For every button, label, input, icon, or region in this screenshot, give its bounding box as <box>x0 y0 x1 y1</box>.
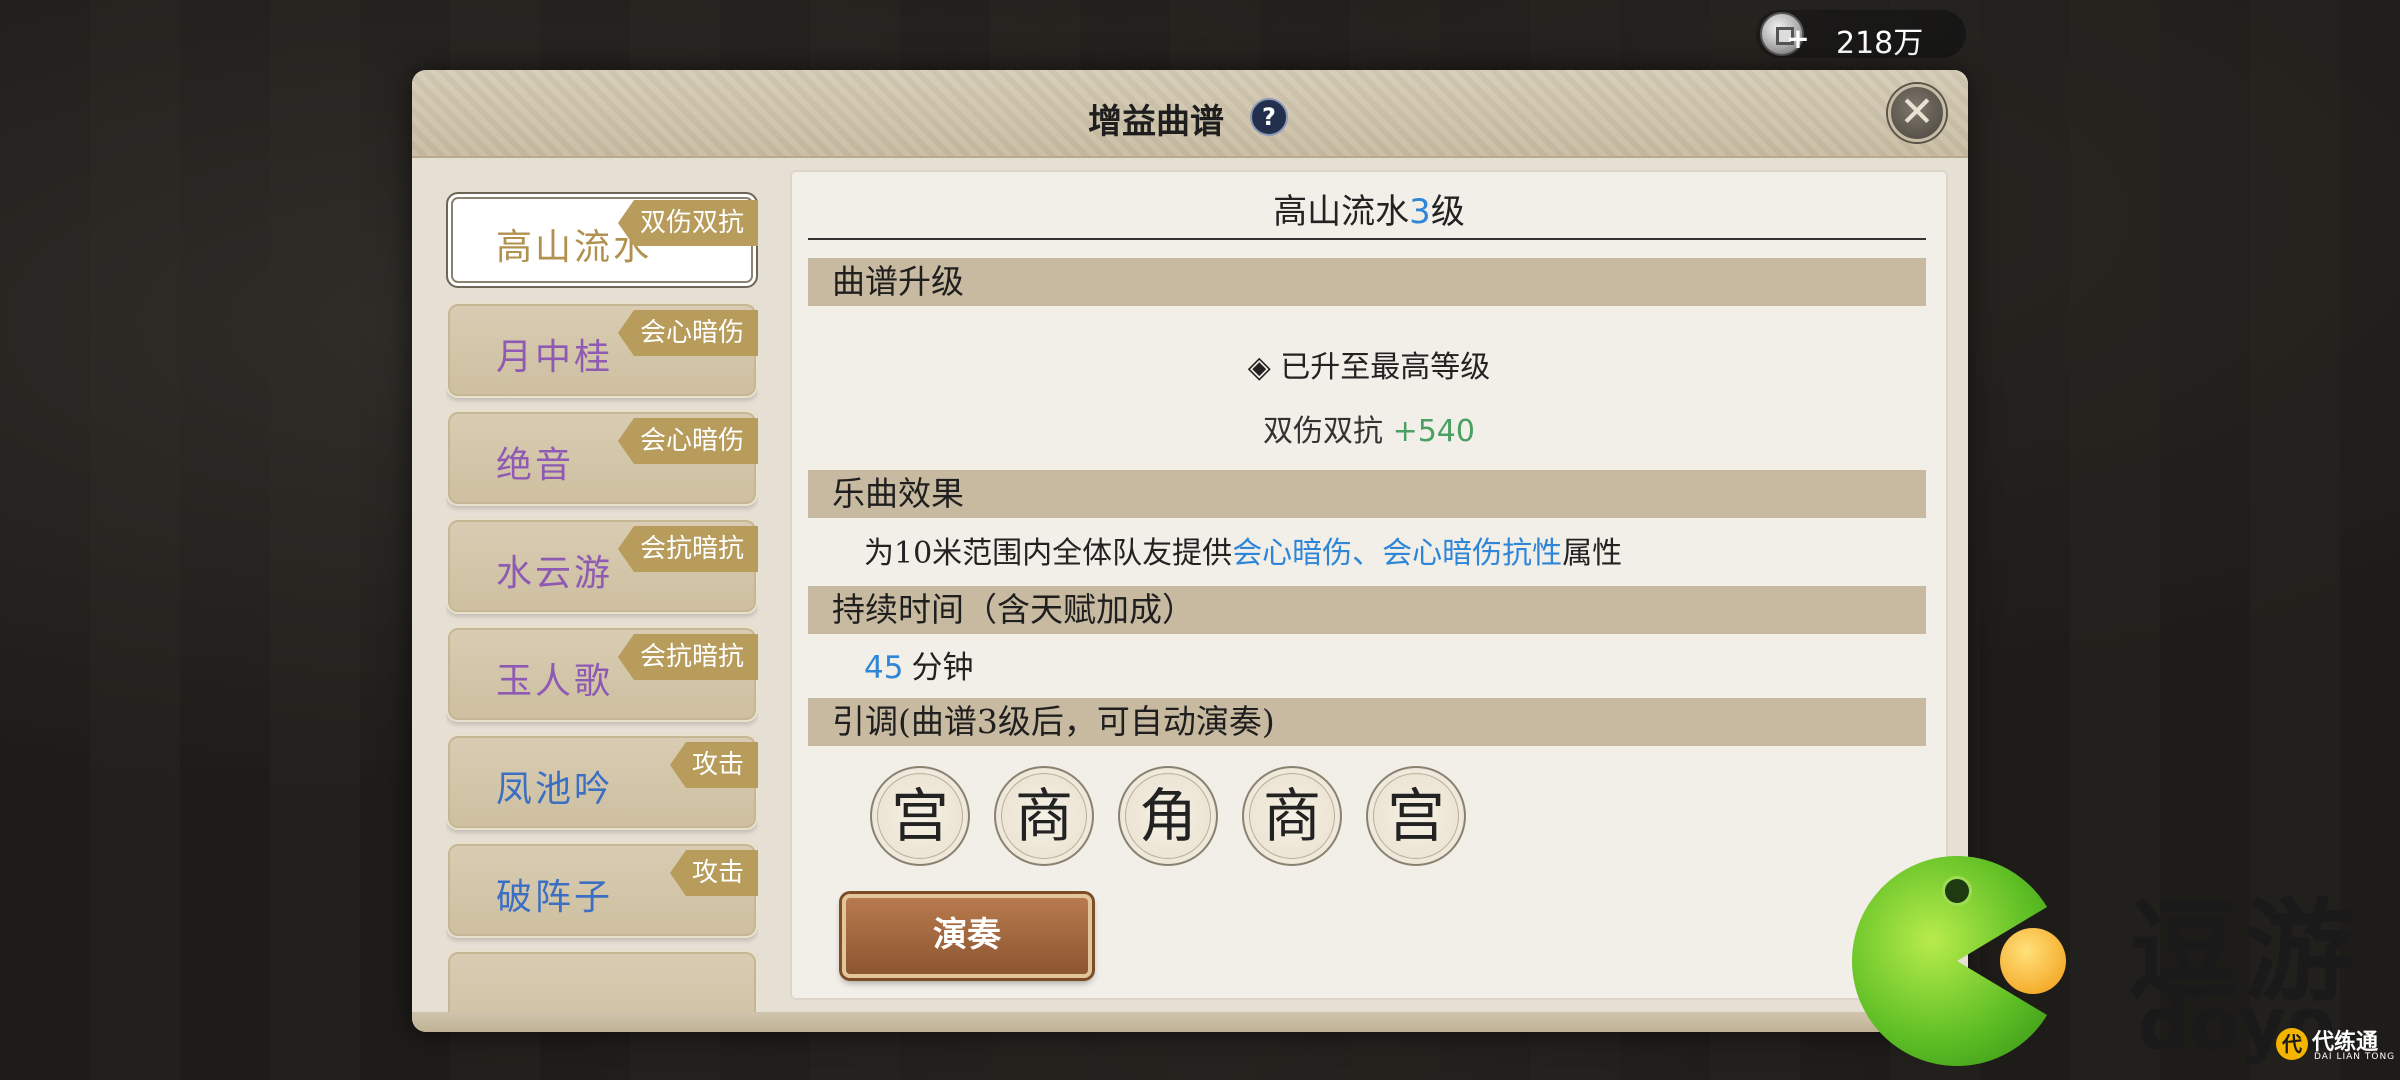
song-tag: 攻击 <box>669 742 758 788</box>
currency-amount: 218万 <box>1836 26 1924 61</box>
song-tag: 会心暗伤 <box>617 310 758 356</box>
song-name: 破阵子 <box>496 877 614 918</box>
note-gong: 宫 <box>870 766 970 866</box>
currency-display[interactable]: + 218万 <box>1756 10 1966 61</box>
song-name: 月中桂 <box>496 337 614 378</box>
note-shang: 商 <box>1242 766 1342 866</box>
add-currency-icon[interactable]: + <box>1786 25 1810 53</box>
bonus-label: 双伤双抗 <box>1263 414 1393 449</box>
song-item-6[interactable]: 破阵子 攻击 <box>446 842 758 938</box>
song-tag: 会心暗伤 <box>617 418 758 464</box>
title-divider <box>808 238 1926 240</box>
upgrade-section-header: 曲谱升级 <box>808 258 1926 306</box>
song-name: 凤池吟 <box>496 769 614 810</box>
song-title-name: 高山流水 <box>1273 192 1410 232</box>
effect-prefix: 为10米范围内全体队友提供 <box>864 536 1233 571</box>
doyo-logo-eye <box>1942 876 1972 906</box>
song-item-3[interactable]: 水云游 会抗暗抗 <box>446 518 758 614</box>
duration-section-header: 持续时间（含天赋加成） <box>808 586 1926 634</box>
dailiantong-watermark-sub: DAI LIAN TONG <box>2314 1052 2396 1062</box>
effect-highlight: 会心暗伤、会心暗伤抗性 <box>1232 536 1563 571</box>
note-shang: 商 <box>994 766 1094 866</box>
bonus-line: 双伤双抗 +540 <box>792 406 1946 450</box>
song-tag: 会抗暗抗 <box>617 634 758 680</box>
note-gong: 宫 <box>1366 766 1466 866</box>
close-button[interactable]: ✕ <box>1888 84 1946 142</box>
dailiantong-icon: 代 <box>2276 1028 2308 1060</box>
max-level-text: ◈ 已升至最高等级 <box>1247 350 1491 385</box>
duration-unit: 分钟 <box>911 650 974 686</box>
song-name: 玉人歌 <box>496 661 614 702</box>
doyo-watermark-sub: doyo <box>2138 982 2336 1066</box>
effect-description: 为10米范围内全体队友提供会心暗伤、会心暗伤抗性属性 <box>864 528 1622 572</box>
song-item-0[interactable]: 高山流水 双伤双抗 <box>446 192 758 288</box>
song-item-4[interactable]: 玉人歌 会抗暗抗 <box>446 626 758 722</box>
effect-section-header: 乐曲效果 <box>808 470 1926 518</box>
duration-text: 45 分钟 <box>864 642 973 687</box>
tune-section-header: 引调(曲谱3级后，可自动演奏) <box>808 698 1926 746</box>
song-list[interactable]: 高山流水 双伤双抗 月中桂 会心暗伤 绝音 会心暗伤 水云游 会抗暗抗 玉人歌 … <box>446 184 758 1020</box>
song-name: 水云游 <box>496 553 614 594</box>
song-item-5[interactable]: 凤池吟 攻击 <box>446 734 758 830</box>
note-jue: 角 <box>1118 766 1218 866</box>
bonus-value: +540 <box>1392 414 1475 449</box>
song-level-suffix: 级 <box>1430 192 1465 232</box>
dialog-footer <box>412 1012 1968 1032</box>
song-item-1[interactable]: 月中桂 会心暗伤 <box>446 302 758 398</box>
dialog-header: 增益曲谱 ? ✕ <box>412 70 1968 158</box>
buff-score-dialog: 增益曲谱 ? ✕ 高山流水 双伤双抗 月中桂 会心暗伤 绝音 会心暗伤 水云游 … <box>412 70 1968 1032</box>
song-name: 绝音 <box>496 445 575 486</box>
effect-suffix: 属性 <box>1562 536 1623 571</box>
help-icon[interactable]: ? <box>1250 98 1288 136</box>
song-detail-title: 高山流水3级 <box>792 184 1946 233</box>
song-tag: 攻击 <box>669 850 758 896</box>
play-button[interactable]: 演奏 <box>842 894 1092 978</box>
song-tag: 会抗暗抗 <box>617 526 758 572</box>
dialog-title: 增益曲谱 <box>1088 102 1224 142</box>
doyo-logo-dot <box>2000 928 2066 994</box>
song-item-2[interactable]: 绝音 会心暗伤 <box>446 410 758 506</box>
song-item-partial[interactable] <box>446 950 758 1020</box>
song-detail-panel: 高山流水3级 曲谱升级 ◈ 已升至最高等级 双伤双抗 +540 乐曲效果 为10… <box>790 170 1948 1000</box>
duration-value: 45 <box>864 650 904 686</box>
song-level: 3 <box>1409 192 1431 232</box>
song-tag: 双伤双抗 <box>617 200 758 246</box>
